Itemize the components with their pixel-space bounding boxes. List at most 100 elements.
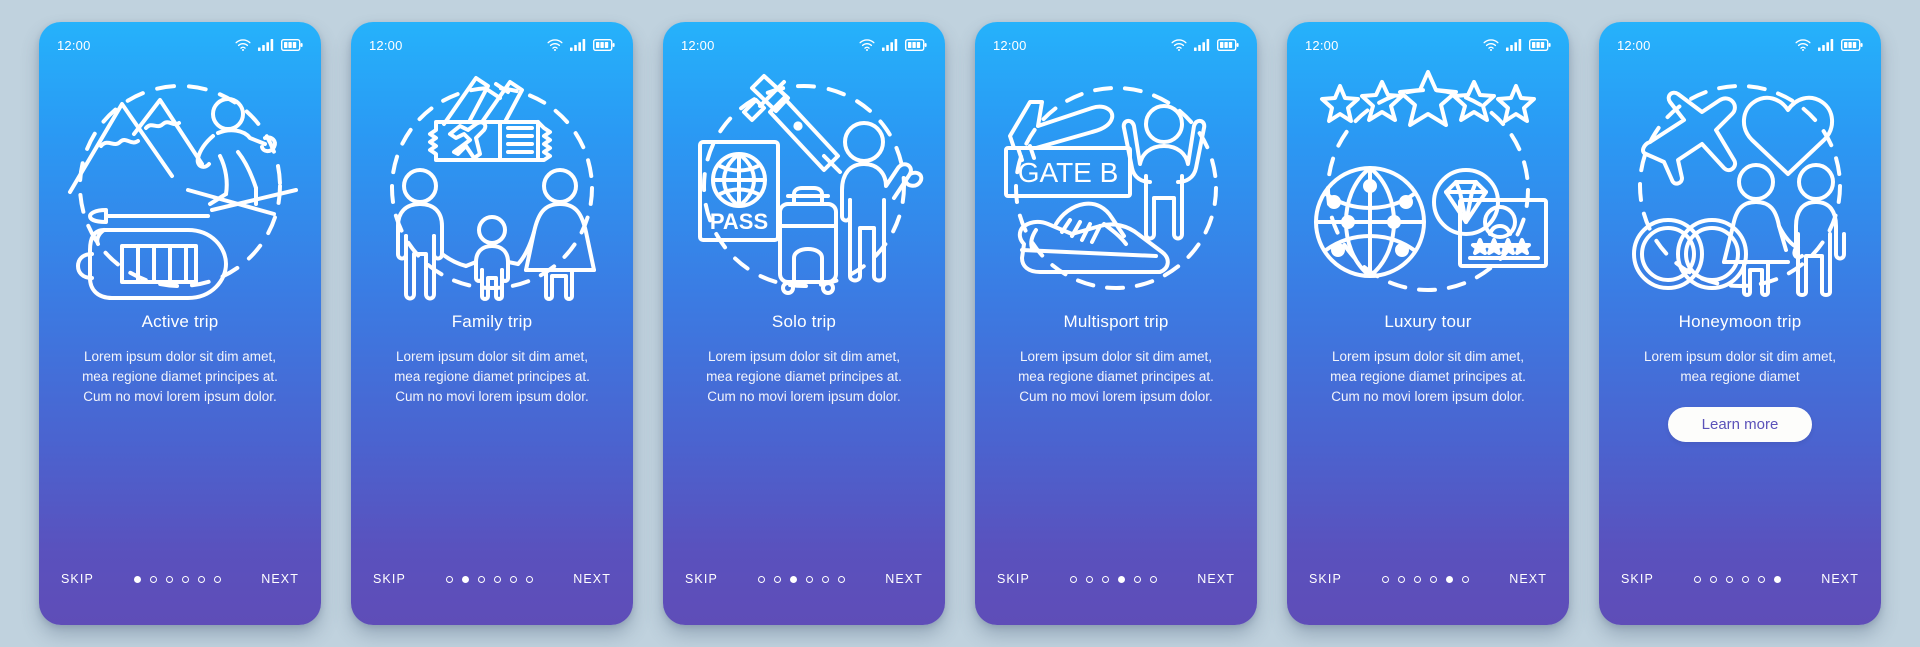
pagination-dot[interactable] [790, 575, 798, 583]
pagination-dot[interactable] [806, 575, 814, 583]
pagination-dot[interactable] [1446, 575, 1454, 583]
airplane-icon [1008, 100, 1115, 162]
status-bar-clock: 12:00 [681, 37, 715, 53]
pagination-dot[interactable] [1462, 575, 1470, 583]
waving-person-icon [840, 121, 924, 283]
skip-button[interactable]: SKIP [1621, 572, 1654, 586]
gate-sign-icon: GATE B [1004, 146, 1132, 198]
wedding-rings-icon [1632, 218, 1748, 290]
battery-icon [1841, 39, 1863, 51]
cheering-person-icon [1121, 104, 1207, 241]
pagination-dot[interactable] [774, 575, 782, 583]
onboarding-screen-active-trip: 12:00 Active trip Lorem ipsum dolor sit … [39, 22, 321, 625]
pagination-dot[interactable] [1086, 575, 1094, 583]
groom-icon [1792, 163, 1846, 297]
pagination-dot[interactable] [1430, 575, 1438, 583]
text-content-family-trip: Family trip Lorem ipsum dolor sit dim am… [351, 308, 633, 547]
pagination-dot[interactable] [166, 575, 174, 583]
next-button[interactable]: NEXT [1197, 572, 1235, 586]
skip-button[interactable]: SKIP [61, 572, 94, 586]
illustration-multisport-trip: GATE B [975, 60, 1257, 308]
pagination-dot[interactable] [1710, 575, 1718, 583]
illustration-solo-trip: PASS [663, 60, 945, 308]
pagination-dot[interactable] [510, 575, 518, 583]
pagination-dot[interactable] [214, 575, 222, 583]
learn-more-button[interactable]: Learn more [1667, 406, 1813, 442]
selfie-stick-icon [742, 74, 842, 174]
onboarding-nav: SKIP NEXT [975, 547, 1257, 625]
status-bar: 12:00 [1287, 22, 1569, 60]
next-button[interactable]: NEXT [1821, 572, 1859, 586]
pagination-dot[interactable] [1694, 575, 1702, 583]
screen-title: Solo trip [771, 312, 837, 331]
pagination-dot[interactable] [182, 575, 190, 583]
pagination-dot[interactable] [1398, 575, 1406, 583]
skip-button[interactable]: SKIP [997, 572, 1030, 586]
pagination-dot[interactable] [838, 575, 846, 583]
family-group-icon [396, 168, 596, 301]
status-bar-icons [547, 39, 615, 51]
battery-icon [1217, 39, 1239, 51]
pagination-dot[interactable] [758, 575, 766, 583]
pagination-dot[interactable] [198, 575, 206, 583]
pagination-dot[interactable] [446, 575, 454, 583]
screen-title: Active trip [141, 312, 219, 331]
screen-description: Lorem ipsum dolor sit dim amet, mea regi… [1018, 349, 1214, 404]
pagination-dot[interactable] [478, 575, 486, 583]
onboarding-nav: SKIP NEXT [351, 547, 633, 625]
pagination-dot[interactable] [1758, 575, 1766, 583]
onboarding-screen-honeymoon-trip: 12:00 Honeymoon trip Lorem ipsum dolor s… [1599, 22, 1881, 625]
pagination-dot[interactable] [526, 575, 534, 583]
next-button[interactable]: NEXT [885, 572, 923, 586]
cellular-signal-icon [258, 39, 274, 51]
battery-icon [1529, 39, 1551, 51]
pagination-dots [446, 575, 534, 583]
skip-button[interactable]: SKIP [685, 572, 718, 586]
next-button[interactable]: NEXT [573, 572, 611, 586]
status-bar-icons [859, 39, 927, 51]
screen-title: Luxury tour [1384, 312, 1472, 331]
pagination-dot[interactable] [1774, 575, 1782, 583]
pagination-dot[interactable] [1134, 575, 1142, 583]
screen-title: Family trip [451, 312, 533, 331]
skip-button[interactable]: SKIP [1309, 572, 1342, 586]
airplane-icon [1641, 90, 1737, 186]
pagination-dots [134, 575, 222, 583]
screen-description: Lorem ipsum dolor sit dim amet, mea regi… [394, 349, 590, 404]
onboarding-nav: SKIP NEXT [1599, 547, 1881, 625]
skip-button[interactable]: SKIP [373, 572, 406, 586]
pagination-dot[interactable] [150, 575, 158, 583]
status-bar-icons [235, 39, 303, 51]
pagination-dot[interactable] [494, 575, 502, 583]
cellular-signal-icon [1506, 39, 1522, 51]
pagination-dot[interactable] [1742, 575, 1750, 583]
status-bar-icons [1171, 39, 1239, 51]
pagination-dot[interactable] [1150, 575, 1158, 583]
onboarding-screen-family-trip: 12:00 Family trip Lorem ipsum dolor sit … [351, 22, 633, 625]
pagination-dot[interactable] [462, 575, 470, 583]
pagination-dot[interactable] [1118, 575, 1126, 583]
status-bar-clock: 12:00 [993, 37, 1027, 53]
next-button[interactable]: NEXT [261, 572, 299, 586]
screen-title: Honeymoon trip [1678, 312, 1802, 331]
pagination-dot[interactable] [1382, 575, 1390, 583]
pagination-dot[interactable] [1102, 575, 1110, 583]
status-bar-clock: 12:00 [369, 37, 403, 53]
status-bar-clock: 12:00 [1617, 37, 1651, 53]
wifi-icon [547, 39, 563, 51]
airplane-tickets-icon [428, 76, 552, 162]
pagination-dot[interactable] [1414, 575, 1422, 583]
pagination-dot[interactable] [1070, 575, 1078, 583]
status-bar: 12:00 [975, 22, 1257, 60]
battery-icon [281, 39, 303, 51]
pagination-dot[interactable] [134, 575, 142, 583]
wifi-icon [859, 39, 875, 51]
status-bar-icons [1795, 39, 1863, 51]
next-button[interactable]: NEXT [1509, 572, 1547, 586]
pagination-dot[interactable] [822, 575, 830, 583]
pagination-dot[interactable] [1726, 575, 1734, 583]
pagination-dots [1694, 575, 1782, 583]
illustration-luxury-tour [1287, 60, 1569, 308]
status-bar-clock: 12:00 [1305, 37, 1339, 53]
mother-icon [516, 168, 596, 301]
